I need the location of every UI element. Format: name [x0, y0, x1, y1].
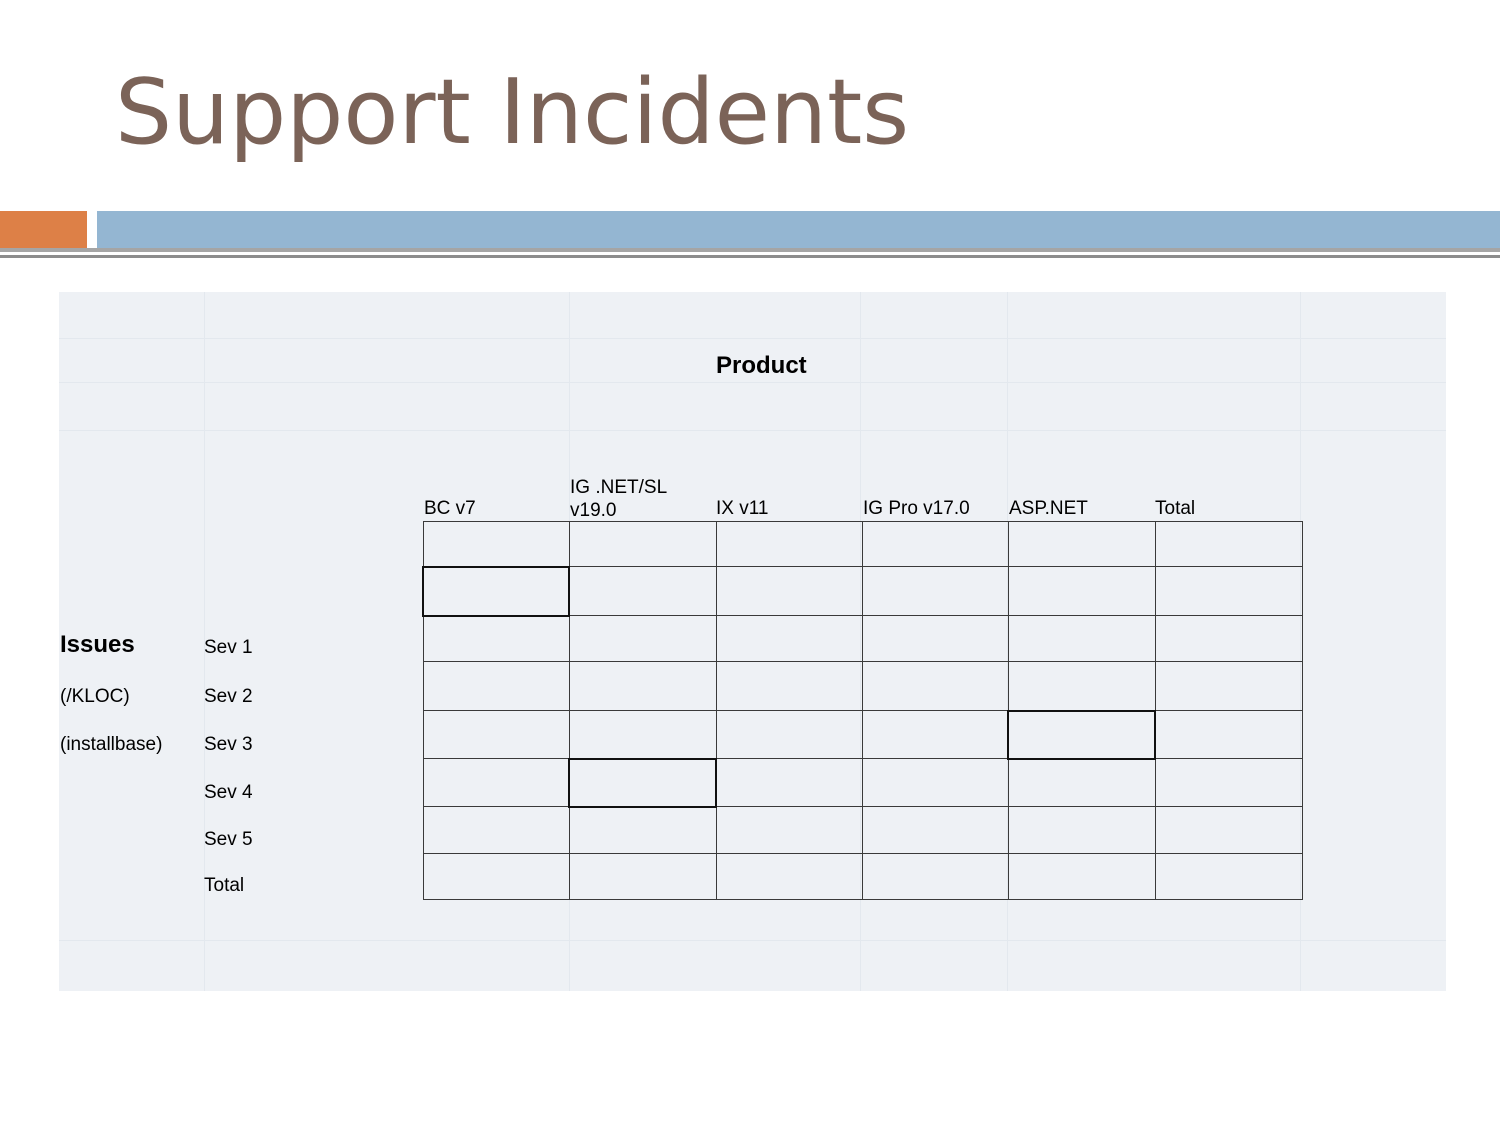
table-cell[interactable]	[568, 661, 717, 711]
table-cell[interactable]	[715, 710, 863, 759]
table-cell[interactable]	[1007, 758, 1156, 807]
table-cell[interactable]	[861, 806, 1009, 854]
table-cell[interactable]	[422, 565, 570, 617]
table-cell[interactable]	[422, 521, 570, 567]
table-cell[interactable]	[1007, 709, 1156, 760]
table-cell[interactable]	[1007, 853, 1156, 900]
incident-grid	[422, 521, 1303, 900]
column-header: IG Pro v17.0	[863, 498, 970, 519]
row-group-subtitle: (/KLOC)	[60, 686, 130, 707]
table-cell[interactable]	[568, 521, 717, 567]
accent-bar-blue	[97, 211, 1500, 248]
column-header-line: IG .NET/SL	[570, 477, 668, 498]
column-header-line: v19.0	[570, 500, 617, 521]
gridline	[59, 940, 1446, 941]
table-cell[interactable]	[715, 661, 863, 711]
table-cell[interactable]	[422, 758, 570, 807]
table-cell[interactable]	[861, 661, 1009, 711]
column-header: IX v11	[716, 498, 769, 519]
table-cell[interactable]	[1154, 758, 1303, 807]
table-cell[interactable]	[1154, 521, 1303, 567]
table-cell[interactable]	[568, 853, 717, 900]
row-label: Sev 1	[204, 637, 253, 658]
row-label: Sev 2	[204, 686, 253, 707]
table-cell[interactable]	[715, 758, 863, 807]
product-header: Product	[716, 352, 807, 379]
table-cell[interactable]	[1154, 853, 1303, 900]
table-cell[interactable]	[422, 806, 570, 854]
table-cell[interactable]	[422, 853, 570, 900]
table-cell[interactable]	[1007, 806, 1156, 854]
table-cell[interactable]	[422, 615, 570, 662]
table-cell[interactable]	[715, 615, 863, 662]
table-cell[interactable]	[1154, 661, 1303, 711]
gridline	[59, 338, 1446, 339]
table-cell[interactable]	[1007, 615, 1156, 662]
column-header: ASP.NET	[1009, 498, 1088, 519]
table-cell[interactable]	[861, 853, 1009, 900]
table-cell[interactable]	[861, 710, 1009, 759]
table-cell[interactable]	[568, 806, 717, 854]
column-header: IG .NET/SL v19.0	[570, 476, 667, 522]
slide-title: Support Incidents	[115, 60, 910, 165]
table-cell[interactable]	[715, 806, 863, 854]
table-cell[interactable]	[422, 661, 570, 711]
table-cell[interactable]	[715, 566, 863, 616]
table-cell[interactable]	[568, 710, 717, 759]
table-cell[interactable]	[1007, 521, 1156, 567]
table-cell[interactable]	[568, 757, 717, 808]
gridline	[59, 382, 1446, 383]
accent-bar-orange	[0, 211, 87, 248]
table-cell[interactable]	[715, 853, 863, 900]
table-cell[interactable]	[715, 521, 863, 567]
table-cell[interactable]	[422, 710, 570, 759]
row-label: Sev 4	[204, 782, 253, 803]
table-cell[interactable]	[861, 566, 1009, 616]
table-cell[interactable]	[861, 758, 1009, 807]
column-header: BC v7	[424, 498, 476, 519]
row-label: Sev 3	[204, 734, 253, 755]
gridline	[59, 430, 1446, 431]
row-label: Total	[204, 875, 245, 896]
table-cell[interactable]	[1154, 710, 1303, 759]
row-group-label: Issues	[60, 631, 135, 658]
table-cell[interactable]	[1007, 566, 1156, 616]
column-header: Total	[1155, 498, 1196, 519]
divider-line	[0, 248, 1500, 252]
table-cell[interactable]	[861, 521, 1009, 567]
table-cell[interactable]	[1154, 615, 1303, 662]
row-group-subtitle: (installbase)	[60, 734, 163, 755]
divider-line	[0, 255, 1500, 258]
row-label: Sev 5	[204, 829, 253, 850]
table-cell[interactable]	[568, 566, 717, 616]
table-cell[interactable]	[1154, 806, 1303, 854]
table-cell[interactable]	[568, 615, 717, 662]
table-cell[interactable]	[1154, 566, 1303, 616]
table-cell[interactable]	[1007, 661, 1156, 711]
table-cell[interactable]	[861, 615, 1009, 662]
